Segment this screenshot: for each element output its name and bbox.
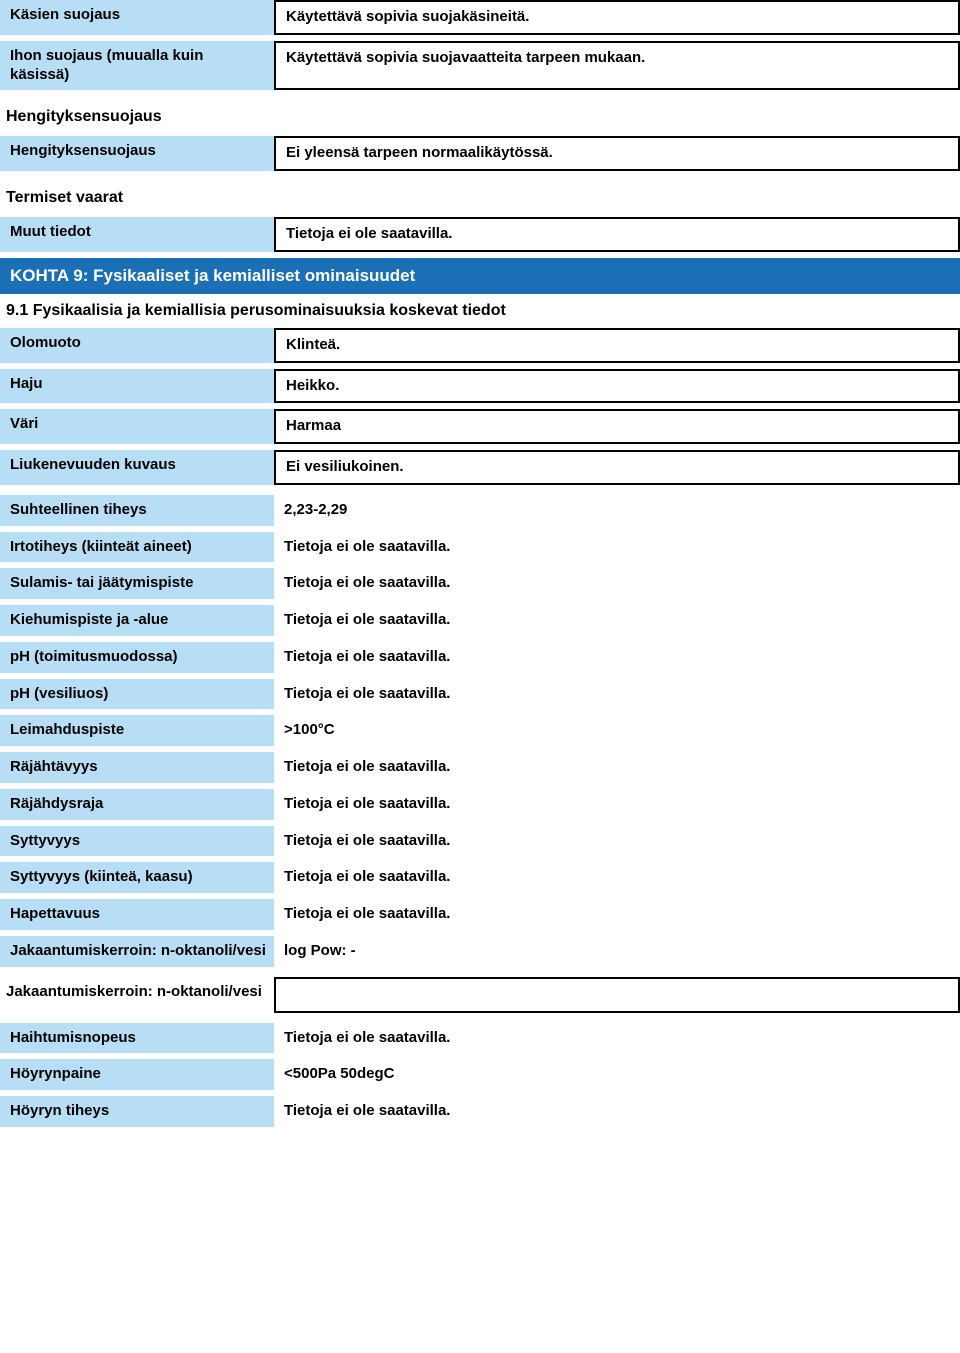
label: Jakaantumiskerroin: n-oktanoli/vesi <box>0 977 274 1013</box>
value: Tietoja ei ole saatavilla. <box>274 862 960 893</box>
value: Tietoja ei ole saatavilla. <box>274 532 960 563</box>
sds-page: Käsien suojaus Käytettävä sopivia suojak… <box>0 0 960 1127</box>
row-respiratory-protection: Hengityksensuojaus Ei yleensä tarpeen no… <box>0 136 960 171</box>
label: Syttyvyys (kiinteä, kaasu) <box>0 862 274 893</box>
row-evaporation-rate: Haihtumisnopeus Tietoja ei ole saatavill… <box>0 1023 960 1054</box>
value: Käytettävä sopivia suojakäsineitä. <box>274 0 960 35</box>
value: Ei yleensä tarpeen normaalikäytössä. <box>274 136 960 171</box>
row-skin-protection: Ihon suojaus (muualla kuin käsissä) Käyt… <box>0 41 960 91</box>
row-explosion-limit: Räjähdysraja Tietoja ei ole saatavilla. <box>0 789 960 820</box>
value: Tietoja ei ole saatavilla. <box>274 752 960 783</box>
label: Väri <box>0 409 274 444</box>
row-partition-coeff-1: Jakaantumiskerroin: n-oktanoli/vesi log … <box>0 936 960 967</box>
row-appearance: Olomuoto Klinteä. <box>0 328 960 363</box>
row-colour: Väri Harmaa <box>0 409 960 444</box>
row-flammability: Syttyvyys Tietoja ei ole saatavilla. <box>0 826 960 857</box>
value: Tietoja ei ole saatavilla. <box>274 679 960 710</box>
value: Käytettävä sopivia suojavaatteita tarpee… <box>274 41 960 91</box>
label: Sulamis- tai jäätymispiste <box>0 568 274 599</box>
label: Suhteellinen tiheys <box>0 495 274 526</box>
row-boiling-point: Kiehumispiste ja -alue Tietoja ei ole sa… <box>0 605 960 636</box>
row-solubility-desc: Liukenevuuden kuvaus Ei vesiliukoinen. <box>0 450 960 485</box>
row-flammability-solid-gas: Syttyvyys (kiinteä, kaasu) Tietoja ei ol… <box>0 862 960 893</box>
label: Hapettavuus <box>0 899 274 930</box>
label: Syttyvyys <box>0 826 274 857</box>
row-odour: Haju Heikko. <box>0 369 960 404</box>
label: pH (toimitusmuodossa) <box>0 642 274 673</box>
label: Jakaantumiskerroin: n-oktanoli/vesi <box>0 936 274 967</box>
value: <500Pa 50degC <box>274 1059 960 1090</box>
value: Tietoja ei ole saatavilla. <box>274 826 960 857</box>
value: >100°C <box>274 715 960 746</box>
label: Räjähdysraja <box>0 789 274 820</box>
row-explosiveness: Räjähtävyys Tietoja ei ole saatavilla. <box>0 752 960 783</box>
label: Irtotiheys (kiinteät aineet) <box>0 532 274 563</box>
value: Heikko. <box>274 369 960 404</box>
label: Liukenevuuden kuvaus <box>0 450 274 485</box>
value: Tietoja ei ole saatavilla. <box>274 1023 960 1054</box>
value: Tietoja ei ole saatavilla. <box>274 568 960 599</box>
value: Tietoja ei ole saatavilla. <box>274 899 960 930</box>
label: Höyryn tiheys <box>0 1096 274 1127</box>
label: Haihtumisnopeus <box>0 1023 274 1054</box>
row-ph-solution: pH (vesiliuos) Tietoja ei ole saatavilla… <box>0 679 960 710</box>
value: log Pow: - <box>274 936 960 967</box>
row-other-info: Muut tiedot Tietoja ei ole saatavilla. <box>0 217 960 252</box>
section9-banner: KOHTA 9: Fysikaaliset ja kemialliset omi… <box>0 258 960 294</box>
label: Muut tiedot <box>0 217 274 252</box>
value: Tietoja ei ole saatavilla. <box>274 642 960 673</box>
row-oxidising: Hapettavuus Tietoja ei ole saatavilla. <box>0 899 960 930</box>
value: Tietoja ei ole saatavilla. <box>274 217 960 252</box>
label: Leimahduspiste <box>0 715 274 746</box>
value: Ei vesiliukoinen. <box>274 450 960 485</box>
label: Olomuoto <box>0 328 274 363</box>
value: Tietoja ei ole saatavilla. <box>274 1096 960 1127</box>
row-melting-point: Sulamis- tai jäätymispiste Tietoja ei ol… <box>0 568 960 599</box>
label: Haju <box>0 369 274 404</box>
row-partition-coeff-2: Jakaantumiskerroin: n-oktanoli/vesi <box>0 977 960 1013</box>
label: Ihon suojaus (muualla kuin käsissä) <box>0 41 274 91</box>
row-relative-density: Suhteellinen tiheys 2,23-2,29 <box>0 495 960 526</box>
row-hand-protection: Käsien suojaus Käytettävä sopivia suojak… <box>0 0 960 35</box>
section9-subheading: 9.1 Fysikaalisia ja kemiallisia perusomi… <box>0 294 960 328</box>
value: Tietoja ei ole saatavilla. <box>274 789 960 820</box>
label: Käsien suojaus <box>0 0 274 35</box>
row-vapour-pressure: Höyrynpaine <500Pa 50degC <box>0 1059 960 1090</box>
row-bulk-density: Irtotiheys (kiinteät aineet) Tietoja ei … <box>0 532 960 563</box>
value: 2,23-2,29 <box>274 495 960 526</box>
label: Hengityksensuojaus <box>0 136 274 171</box>
value: Klinteä. <box>274 328 960 363</box>
label: Höyrynpaine <box>0 1059 274 1090</box>
row-flash-point: Leimahduspiste >100°C <box>0 715 960 746</box>
value: Tietoja ei ole saatavilla. <box>274 605 960 636</box>
label: pH (vesiliuos) <box>0 679 274 710</box>
value <box>274 977 960 1013</box>
label: Kiehumispiste ja -alue <box>0 605 274 636</box>
value: Harmaa <box>274 409 960 444</box>
subheading-thermal: Termiset vaarat <box>0 181 960 213</box>
row-vapour-density: Höyryn tiheys Tietoja ei ole saatavilla. <box>0 1096 960 1127</box>
label: Räjähtävyys <box>0 752 274 783</box>
row-ph-supplied: pH (toimitusmuodossa) Tietoja ei ole saa… <box>0 642 960 673</box>
subheading-respiratory: Hengityksensuojaus <box>0 100 960 132</box>
